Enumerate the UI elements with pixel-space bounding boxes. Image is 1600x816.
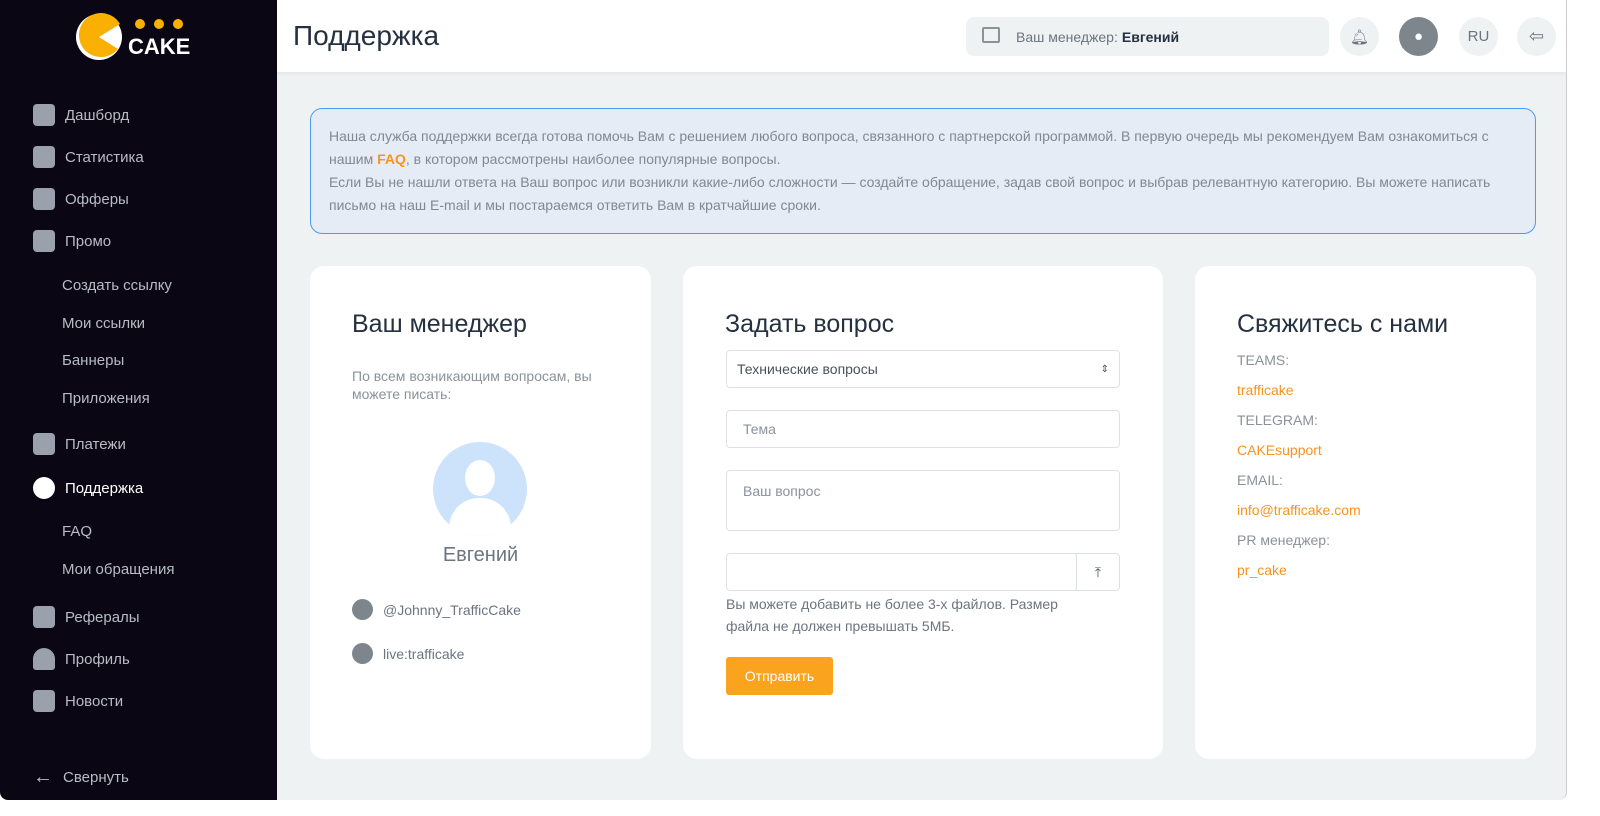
label: Статистика — [65, 148, 144, 166]
sidebar-faq[interactable]: FAQ — [62, 523, 92, 540]
sidebar-apps[interactable]: Приложения — [62, 390, 150, 407]
teams-handle: live:trafficake — [383, 645, 465, 662]
pr-link[interactable]: pr_cake — [1237, 562, 1287, 578]
upload-button[interactable]: ⤒ — [1076, 554, 1119, 590]
label: Новости — [65, 692, 124, 710]
pr-label: PR менеджер: — [1237, 532, 1330, 548]
percent-icon — [33, 188, 55, 210]
question-placeholder: Ваш вопрос — [743, 483, 821, 499]
manager-name: Евгений — [442, 544, 519, 566]
telegram-icon — [352, 599, 373, 620]
label: Поддержка — [65, 479, 144, 497]
bar-chart-icon — [33, 146, 55, 168]
faq-link[interactable]: FAQ — [377, 151, 406, 167]
link-icon — [33, 230, 55, 252]
user-icon — [33, 648, 55, 670]
arrow-left-icon: ← — [33, 766, 53, 788]
dashboard-icon — [33, 104, 55, 126]
bell-icon: 🔔︎ — [1349, 28, 1370, 46]
sidebar-my-links[interactable]: Мои ссылки — [62, 315, 145, 332]
logout-button[interactable]: ⇦ — [1517, 17, 1556, 56]
email-label: EMAIL: — [1237, 472, 1283, 488]
sidebar-item-promo[interactable]: Промо — [33, 230, 111, 252]
sidebar-item-support[interactable]: Поддержка — [33, 477, 143, 499]
manager-text: По всем возникающим вопросам, вы можете … — [352, 368, 592, 402]
page-title: Поддержка — [293, 20, 440, 51]
category-select[interactable]: Технические вопросы ⇕ — [726, 350, 1120, 388]
chat-icon — [982, 27, 1000, 43]
teams-icon — [352, 643, 373, 664]
label: Свернуть — [63, 769, 129, 786]
manager-avatar — [433, 442, 527, 536]
sidebar-item-referrals[interactable]: Рефералы — [33, 606, 140, 628]
submit-button[interactable]: Отправить — [726, 657, 833, 695]
sidebar-item-offers[interactable]: Офферы — [33, 188, 129, 210]
card-title: Свяжитесь с нами — [1237, 310, 1449, 338]
support-icon — [33, 477, 55, 499]
label: Офферы — [65, 190, 129, 208]
telegram-label: TELEGRAM: — [1237, 412, 1318, 428]
collapse-button[interactable]: ← Свернуть — [33, 766, 129, 789]
logo[interactable]: CAKE — [74, 12, 194, 62]
telegram-link[interactable]: CAKEsupport — [1237, 442, 1322, 458]
language-label: RU — [1467, 28, 1490, 45]
question-textarea[interactable]: Ваш вопрос — [726, 470, 1120, 531]
chevron-updown-icon: ⇕ — [1100, 363, 1109, 375]
email-link[interactable]: info@trafficake.com — [1237, 502, 1361, 518]
contact-card: Свяжитесь с нами TEAMS: trafficake TELEG… — [1195, 266, 1536, 759]
label: Профиль — [65, 650, 130, 668]
subject-placeholder: Тема — [743, 421, 776, 437]
label: Платежи — [65, 435, 126, 453]
file-input[interactable]: ⤒ — [726, 553, 1120, 591]
subject-input[interactable]: Тема — [726, 410, 1120, 448]
manager-box: Ваш менеджер: Евгений — [966, 17, 1329, 56]
logout-icon: ⇦ — [1528, 26, 1545, 46]
manager-name: Евгений — [1121, 28, 1180, 45]
category-value: Технические вопросы — [737, 361, 878, 377]
info-text: , в котором рассмотрены наиболее популяр… — [405, 151, 781, 167]
upload-icon: ⤒ — [1094, 563, 1102, 580]
sidebar-item-payments[interactable]: Платежи — [33, 433, 126, 455]
label: Промо — [65, 232, 112, 250]
user-icon: ● — [1413, 28, 1424, 45]
card-title: Задать вопрос — [725, 310, 895, 338]
avatar-button[interactable]: ● — [1399, 17, 1438, 56]
sidebar-banners[interactable]: Баннеры — [62, 352, 124, 369]
wallet-icon — [33, 433, 55, 455]
language-button[interactable]: RU — [1459, 17, 1498, 56]
telegram-handle: @Johnny_TrafficCake — [383, 601, 521, 618]
sidebar-my-tickets[interactable]: Мои обращения — [62, 561, 174, 578]
label: Дашборд — [65, 106, 130, 124]
sidebar: CAKE Дашборд Статистика Офферы Промо Соз… — [0, 0, 277, 800]
card-title: Ваш менеджер — [352, 310, 527, 338]
handshake-icon — [33, 606, 55, 628]
sidebar-item-statistics[interactable]: Статистика — [33, 146, 144, 168]
header: Поддержка Ваш менеджер: Евгений 🔔︎ ● RU ⇦ — [277, 0, 1566, 72]
sidebar-create-link[interactable]: Создать ссылку — [62, 277, 172, 294]
teams-link[interactable]: trafficake — [1237, 382, 1294, 398]
info-text-2: Если Вы не нашли ответа на Ваш вопрос ил… — [329, 174, 1491, 213]
sidebar-item-news[interactable]: Новости — [33, 690, 123, 712]
teams-contact[interactable]: live:trafficake — [352, 643, 464, 664]
support-info: Наша служба поддержки всегда готова помо… — [310, 108, 1536, 234]
sidebar-item-profile[interactable]: Профиль — [33, 648, 130, 670]
news-icon — [33, 690, 55, 712]
manager-label: Ваш менеджер: — [1016, 28, 1118, 45]
notifications-button[interactable]: 🔔︎ — [1340, 17, 1379, 56]
label: Рефералы — [65, 608, 140, 626]
logo-text: CAKE — [128, 34, 191, 59]
question-card: Задать вопрос Технические вопросы ⇕ Тема … — [683, 266, 1163, 759]
manager-card: Ваш менеджер По всем возникающим вопроса… — [310, 266, 651, 759]
file-note: Вы можете добавить не более 3-х файлов. … — [726, 596, 1058, 634]
teams-label: TEAMS: — [1237, 352, 1290, 368]
sidebar-item-dashboard[interactable]: Дашборд — [33, 104, 129, 126]
telegram-contact[interactable]: @Johnny_TrafficCake — [352, 599, 521, 620]
